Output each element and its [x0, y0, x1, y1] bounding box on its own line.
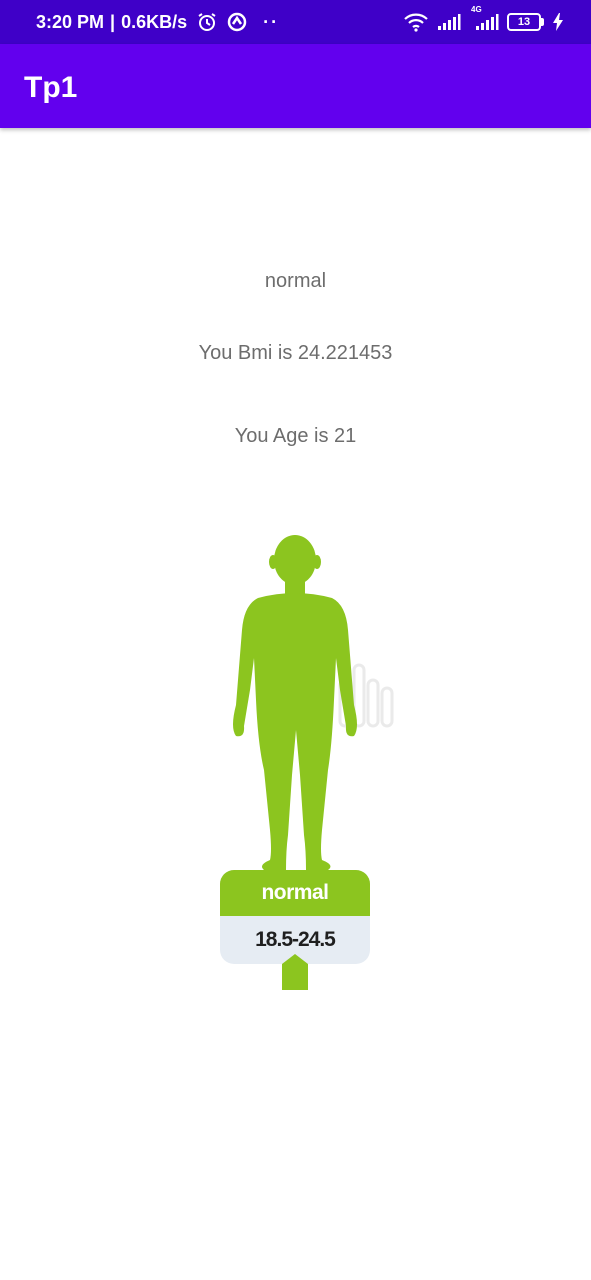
pointer-arrow-icon	[282, 954, 308, 990]
bmi-range-plate: normal 18.5-24.5	[220, 870, 370, 964]
person-figure-icon	[233, 535, 394, 870]
status-right: 4G 13	[403, 0, 563, 44]
charging-icon	[553, 13, 563, 31]
battery-icon: 13	[507, 13, 544, 31]
status-left: 3:20 PM | 0.6KB/s ··	[36, 0, 279, 44]
wifi-icon	[403, 12, 429, 32]
battery-level: 13	[517, 16, 531, 28]
status-time: 3:20 PM	[36, 11, 105, 32]
more-dots-icon: ··	[263, 11, 280, 32]
status-bar: 3:20 PM | 0.6KB/s ·· 4G 13	[0, 0, 591, 44]
network-speed: 0.6KB/s	[121, 11, 188, 32]
signal-icon-1	[437, 13, 461, 31]
alarm-icon	[197, 12, 217, 32]
bmi-value-text: You Bmi is 24.221453	[198, 342, 393, 364]
plate-label: normal	[220, 870, 370, 916]
app-title: Tp1	[24, 71, 78, 104]
signal-icon-2: 4G	[469, 5, 499, 31]
bmi-illustration: normal 18.5-24.5	[200, 530, 400, 1000]
status-separator: |	[110, 11, 116, 32]
bmi-category-text: normal	[264, 270, 327, 292]
app-bar: Tp1	[0, 44, 591, 128]
age-text: You Age is 21	[234, 425, 357, 447]
network-type: 4G	[471, 5, 482, 14]
sync-icon	[227, 12, 247, 32]
